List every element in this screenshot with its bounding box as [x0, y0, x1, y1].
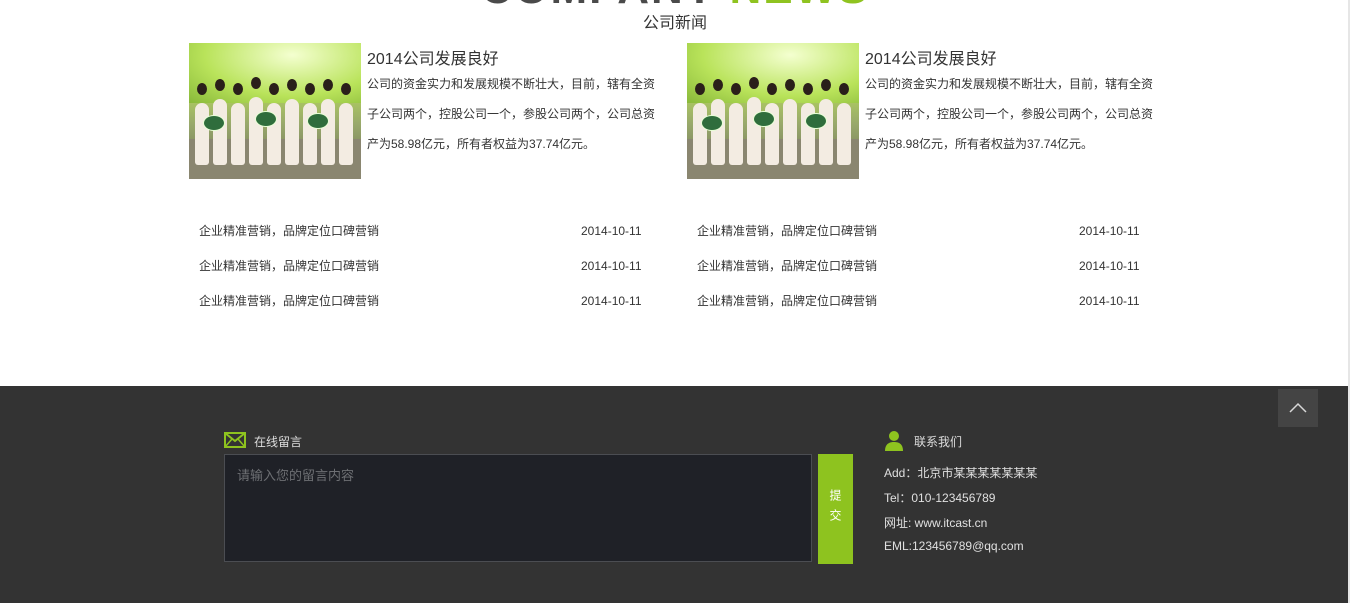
contact-address: Add：北京市某某某某某某某: [884, 466, 1038, 480]
contact-phone: Tel：010-123456789: [884, 491, 996, 505]
news-item-date: 2014-10-11: [1079, 259, 1140, 273]
news-list-item[interactable]: 企业精准营销，品牌定位口碑营销 2014-10-11: [687, 249, 1157, 284]
news-list-item[interactable]: 企业精准营销，品牌定位口碑营销 2014-10-11: [189, 249, 659, 284]
feature-news-thumbnail[interactable]: [189, 43, 361, 179]
feature-news-thumbnail[interactable]: [687, 43, 859, 179]
chevron-up-icon: [1289, 402, 1307, 413]
news-item-title[interactable]: 企业精准营销，品牌定位口碑营销: [199, 284, 379, 319]
contact-website[interactable]: 网址: www.itcast.cn: [884, 514, 987, 531]
news-item-title[interactable]: 企业精准营销，品牌定位口碑营销: [697, 284, 877, 319]
news-item-title[interactable]: 企业精准营销，品牌定位口碑营销: [199, 214, 379, 249]
news-list-item[interactable]: 企业精准营销，品牌定位口碑营销 2014-10-11: [687, 214, 1157, 249]
contact-section-label: 联系我们: [914, 435, 963, 449]
contact-email[interactable]: EML:123456789@qq.com: [884, 539, 1024, 553]
submit-message-button[interactable]: 提交: [818, 454, 853, 564]
news-list-right: 企业精准营销，品牌定位口碑营销 2014-10-11 企业精准营销，品牌定位口碑营…: [687, 214, 1157, 319]
back-to-top-button[interactable]: [1278, 389, 1318, 427]
message-section-label: 在线留言: [254, 435, 303, 449]
news-list-item[interactable]: 企业精准营销，品牌定位口碑营销 2014-10-11: [189, 284, 659, 319]
feature-news-card[interactable]: 2014公司发展良好 公司的资金实力和发展规模不断壮大，目前，辖有全资子公司两个…: [189, 43, 659, 179]
news-item-title[interactable]: 企业精准营销，品牌定位口碑营销: [199, 249, 379, 284]
feature-news-description: 公司的资金实力和发展规模不断壮大，目前，辖有全资子公司两个，控股公司一个，参股公…: [865, 77, 1154, 151]
news-list-left: 企业精准营销，品牌定位口碑营销 2014-10-11 企业精准营销，品牌定位口碑营…: [189, 214, 659, 319]
message-input[interactable]: [224, 454, 812, 562]
news-list-item[interactable]: 企业精准营销，品牌定位口碑营销 2014-10-11: [189, 214, 659, 249]
user-icon: [885, 431, 903, 451]
news-item-title[interactable]: 企业精准营销，品牌定位口碑营销: [697, 214, 877, 249]
news-item-date: 2014-10-11: [581, 259, 642, 273]
news-item-title[interactable]: 企业精准营销，品牌定位口碑营销: [697, 249, 877, 284]
news-item-date: 2014-10-11: [581, 294, 642, 308]
feature-news-card[interactable]: 2014公司发展良好 公司的资金实力和发展规模不断壮大，目前，辖有全资子公司两个…: [687, 43, 1157, 179]
section-subtitle: 公司新闻: [642, 15, 707, 32]
news-list-item[interactable]: 企业精准营销，品牌定位口碑营销 2014-10-11: [687, 284, 1157, 319]
news-item-date: 2014-10-11: [1079, 224, 1140, 238]
feature-news-title[interactable]: 2014公司发展良好: [865, 45, 997, 69]
envelope-icon: [224, 432, 246, 448]
news-item-date: 2014-10-11: [581, 224, 642, 238]
feature-news-title[interactable]: 2014公司发展良好: [367, 45, 499, 69]
news-item-date: 2014-10-11: [1079, 294, 1140, 308]
feature-news-description: 公司的资金实力和发展规模不断壮大，目前，辖有全资子公司两个，控股公司一个，参股公…: [367, 77, 656, 151]
